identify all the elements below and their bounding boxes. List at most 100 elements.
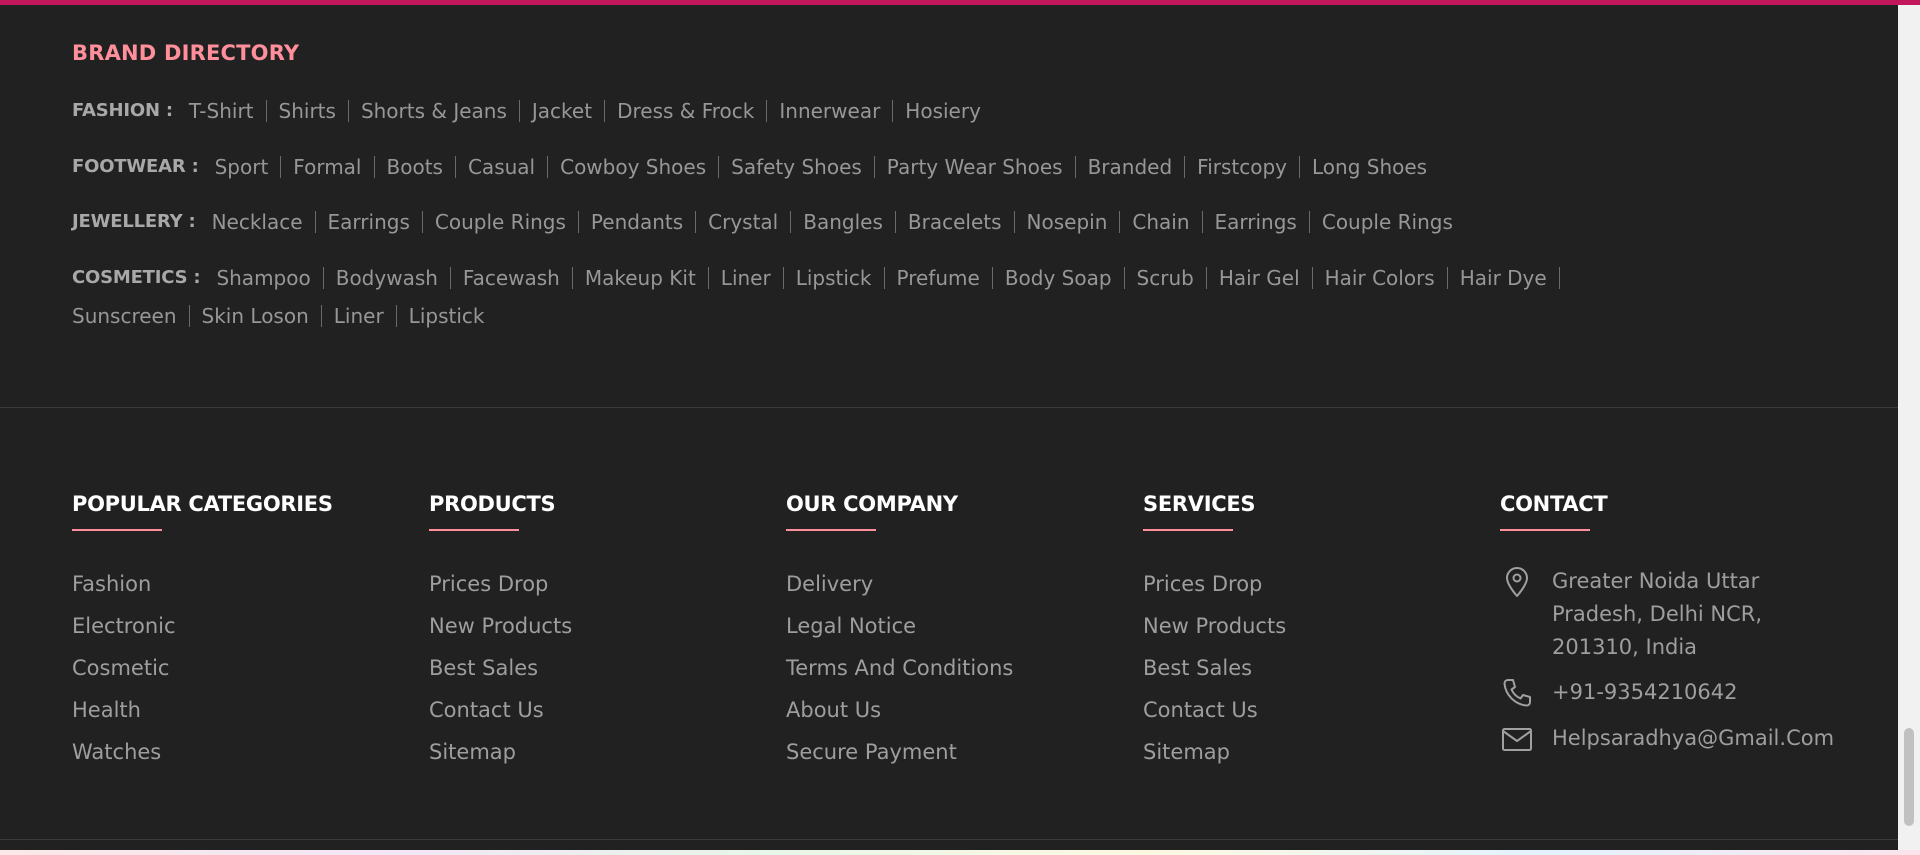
footer-bottom-divider bbox=[0, 839, 1898, 840]
footer-column-services: SERVICES Prices Drop New Products Best S… bbox=[1143, 489, 1473, 773]
brand-link[interactable]: Jacket bbox=[520, 99, 606, 122]
column-links: Delivery Legal Notice Terms And Conditio… bbox=[786, 563, 1116, 773]
brand-link[interactable]: Sunscreen bbox=[72, 304, 190, 327]
brand-link[interactable]: Casual bbox=[456, 155, 549, 178]
brand-link[interactable]: Lipstick bbox=[784, 266, 885, 289]
brand-link[interactable]: Makeup Kit bbox=[573, 266, 709, 289]
footer-link[interactable]: Health bbox=[72, 689, 402, 731]
brand-link[interactable]: Pendants bbox=[579, 210, 697, 233]
brand-link[interactable]: Couple Rings bbox=[1310, 211, 1465, 233]
location-pin-icon bbox=[1506, 567, 1528, 597]
column-title: SERVICES bbox=[1143, 492, 1256, 516]
column-links: Fashion Electronic Cosmetic Health Watch… bbox=[72, 563, 402, 773]
column-links: Prices Drop New Products Best Sales Cont… bbox=[429, 563, 759, 773]
brand-link[interactable]: Party Wear Shoes bbox=[875, 155, 1076, 178]
brand-link[interactable]: Scrub bbox=[1125, 266, 1207, 289]
footer-link[interactable]: Secure Payment bbox=[786, 731, 1116, 773]
footer-link[interactable]: Contact Us bbox=[429, 689, 759, 731]
brand-directory-title: BRAND DIRECTORY bbox=[72, 41, 300, 65]
contact-list: Greater Noida Uttar Pradesh, Delhi NCR, … bbox=[1500, 565, 1880, 756]
column-title: PRODUCTS bbox=[429, 492, 556, 516]
footer-link[interactable]: Fashion bbox=[72, 563, 402, 605]
title-underline bbox=[1500, 529, 1590, 531]
brand-link[interactable]: Firstcopy bbox=[1185, 155, 1300, 178]
title-underline bbox=[786, 529, 876, 531]
brand-link[interactable]: Hair Gel bbox=[1207, 266, 1313, 289]
footer-link[interactable]: Delivery bbox=[786, 563, 1116, 605]
column-title: CONTACT bbox=[1500, 492, 1608, 516]
column-title: OUR COMPANY bbox=[786, 492, 958, 516]
brand-link[interactable]: Chain bbox=[1120, 210, 1203, 233]
footer-link[interactable]: Legal Notice bbox=[786, 605, 1116, 647]
brand-row-cosmetics: COSMETICS : Shampoo Bodywash Facewash Makeup… bbox=[72, 258, 1832, 334]
brand-link[interactable]: Earrings bbox=[1203, 210, 1310, 233]
footer-link[interactable]: Cosmetic bbox=[72, 647, 402, 689]
brand-row-fashion: FASHION : T-Shirt Shirts Shorts & Jeans Jack… bbox=[72, 91, 1832, 129]
brand-link[interactable]: Liner bbox=[322, 304, 397, 327]
brand-link[interactable]: Branded bbox=[1076, 155, 1186, 178]
brand-link[interactable]: Body Soap bbox=[993, 266, 1125, 289]
contact-phone: +91-9354210642 bbox=[1500, 676, 1880, 710]
brand-row-label: JEWELLERY : bbox=[72, 211, 196, 232]
brand-link[interactable]: Shampoo bbox=[216, 266, 324, 289]
brand-link[interactable]: Shorts & Jeans bbox=[349, 99, 520, 122]
footer-link[interactable]: Prices Drop bbox=[1143, 563, 1473, 605]
phone-icon bbox=[1503, 679, 1531, 707]
footer-link[interactable]: About Us bbox=[786, 689, 1116, 731]
brand-row-label: COSMETICS : bbox=[72, 267, 201, 288]
footer-link[interactable]: New Products bbox=[1143, 605, 1473, 647]
brand-link[interactable]: Couple Rings bbox=[423, 210, 579, 233]
footer-link[interactable]: Best Sales bbox=[429, 647, 759, 689]
brand-link[interactable]: Safety Shoes bbox=[719, 155, 875, 178]
brand-link[interactable]: Boots bbox=[375, 155, 456, 178]
brand-link[interactable]: Hair Colors bbox=[1313, 266, 1448, 289]
footer-link[interactable]: Terms And Conditions bbox=[786, 647, 1116, 689]
bottom-gradient-strip bbox=[0, 850, 1920, 855]
brand-link[interactable]: Shirts bbox=[267, 99, 349, 122]
brand-link[interactable]: Facewash bbox=[451, 266, 573, 289]
title-underline bbox=[429, 529, 519, 531]
brand-link[interactable]: Sport bbox=[215, 155, 282, 178]
page-scrollbar[interactable] bbox=[1898, 5, 1920, 850]
footer-link[interactable]: Prices Drop bbox=[429, 563, 759, 605]
contact-address: Greater Noida Uttar Pradesh, Delhi NCR, … bbox=[1500, 565, 1880, 664]
brand-link[interactable]: Liner bbox=[709, 266, 784, 289]
footer-link[interactable]: New Products bbox=[429, 605, 759, 647]
brand-link[interactable]: Crystal bbox=[696, 210, 792, 233]
contact-email-text[interactable]: Helpsaradhya@Gmail.Com bbox=[1552, 722, 1834, 755]
brand-link[interactable]: Dress & Frock bbox=[605, 99, 768, 122]
brand-link[interactable]: Cowboy Shoes bbox=[548, 155, 720, 178]
footer-link[interactable]: Electronic bbox=[72, 605, 402, 647]
footer-link[interactable]: Watches bbox=[72, 731, 402, 773]
footer-column-popular-categories: POPULAR CATEGORIES Fashion Electronic Co… bbox=[72, 489, 402, 773]
brand-link[interactable]: Formal bbox=[281, 155, 375, 178]
brand-link[interactable]: Long Shoes bbox=[1300, 156, 1439, 178]
scrollbar-thumb[interactable] bbox=[1904, 728, 1914, 826]
brand-link[interactable]: Earrings bbox=[316, 210, 423, 233]
brand-link[interactable]: Hair Dye bbox=[1448, 266, 1560, 289]
contact-email: Helpsaradhya@Gmail.Com bbox=[1500, 722, 1880, 756]
brand-row-footwear: FOOTWEAR : Sport Formal Boots Casual Cowboy S… bbox=[72, 147, 1832, 185]
brand-row-label: FASHION : bbox=[72, 100, 173, 121]
brand-link[interactable]: Prefume bbox=[885, 266, 993, 289]
brand-link[interactable]: Skin Loson bbox=[190, 304, 322, 327]
footer-link[interactable]: Best Sales bbox=[1143, 647, 1473, 689]
brand-link[interactable]: Bodywash bbox=[324, 266, 451, 289]
footer-link[interactable]: Sitemap bbox=[429, 731, 759, 773]
footer-column-products: PRODUCTS Prices Drop New Products Best S… bbox=[429, 489, 759, 773]
contact-phone-text[interactable]: +91-9354210642 bbox=[1552, 676, 1738, 709]
footer-link[interactable]: Sitemap bbox=[1143, 731, 1473, 773]
brand-link[interactable]: Nosepin bbox=[1015, 210, 1121, 233]
brand-link[interactable]: Innerwear bbox=[767, 99, 894, 122]
brand-link[interactable]: Necklace bbox=[212, 210, 316, 233]
brand-link[interactable]: Hosiery bbox=[893, 100, 993, 122]
site-footer: BRAND DIRECTORY FASHION : T-Shirt Shirts Sh… bbox=[0, 5, 1898, 850]
column-links: Prices Drop New Products Best Sales Cont… bbox=[1143, 563, 1473, 773]
brand-link[interactable]: T-Shirt bbox=[189, 99, 267, 122]
brand-link[interactable]: Bracelets bbox=[896, 210, 1015, 233]
brand-link[interactable]: Lipstick bbox=[397, 305, 497, 327]
brand-row-label: FOOTWEAR : bbox=[72, 156, 199, 177]
brand-row-jewellery: JEWELLERY : Necklace Earrings Couple Rings P… bbox=[72, 202, 1832, 240]
brand-link[interactable]: Bangles bbox=[791, 210, 896, 233]
footer-link[interactable]: Contact Us bbox=[1143, 689, 1473, 731]
